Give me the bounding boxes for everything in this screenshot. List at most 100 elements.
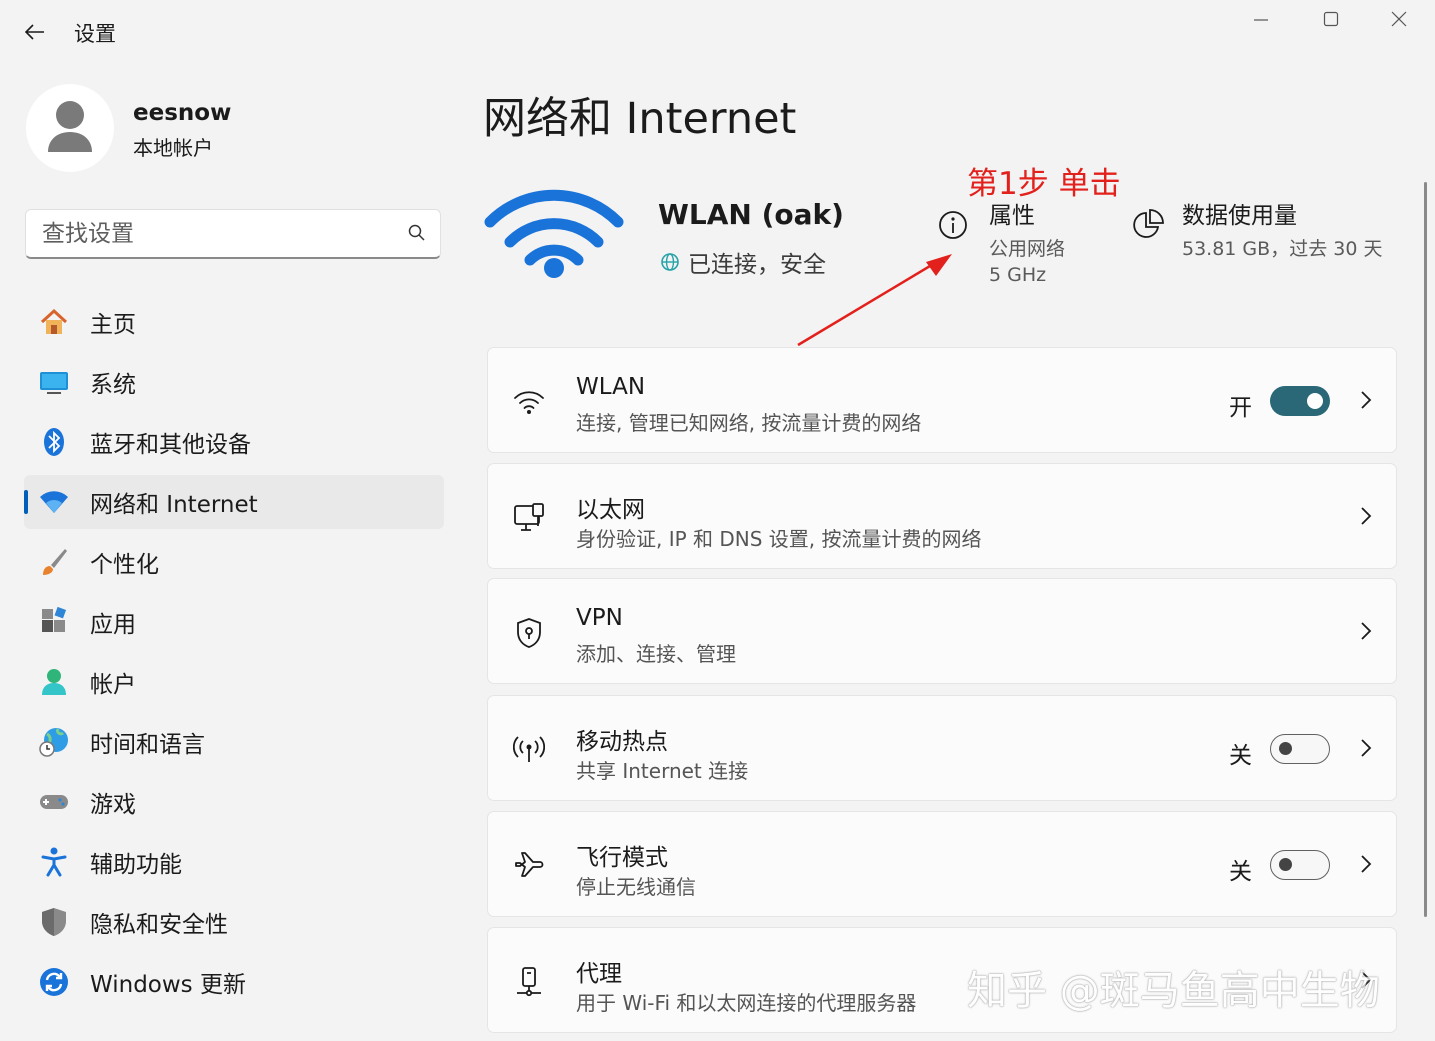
sidebar-item-privacy[interactable]: 隐私和安全性 — [24, 895, 444, 949]
card-subtitle: 停止无线通信 — [576, 875, 696, 899]
card-subtitle: 用于 Wi-Fi 和以太网连接的代理服务器 — [576, 991, 917, 1015]
globe-clock-icon — [39, 728, 68, 757]
search-icon[interactable] — [408, 224, 426, 242]
sidebar-item-label: 隐私和安全性 — [90, 912, 228, 938]
hotspot-toggle[interactable] — [1270, 734, 1330, 764]
network-name: WLAN (oak) — [658, 198, 844, 231]
card-subtitle: 添加、连接、管理 — [576, 642, 736, 666]
back-button[interactable] — [18, 16, 52, 48]
user-name: eesnow — [133, 100, 232, 126]
chevron-right-icon — [1361, 739, 1372, 757]
wifi-icon — [40, 491, 68, 513]
gamepad-icon — [40, 795, 68, 809]
sidebar-item-label: 应用 — [90, 612, 136, 638]
toggle-state-label: 开 — [1229, 395, 1252, 421]
maximize-button[interactable] — [1296, 2, 1366, 36]
chevron-right-icon — [1361, 391, 1372, 409]
sidebar-item-label: 蓝牙和其他设备 — [90, 432, 251, 458]
avatar[interactable] — [26, 84, 114, 172]
sidebar-item-accessibility[interactable]: 辅助功能 — [24, 835, 444, 889]
accessibility-icon — [41, 847, 67, 877]
account-type: 本地帐户 — [133, 136, 213, 160]
sidebar-item-network[interactable]: 网络和 Internet — [24, 475, 444, 529]
wifi-large-icon — [484, 189, 624, 278]
proxy-icon — [517, 967, 541, 997]
sidebar-item-label: 网络和 Internet — [90, 492, 258, 518]
back-arrow-icon — [25, 24, 44, 40]
chevron-right-icon — [1361, 622, 1372, 640]
data-usage-title: 数据使用量 — [1182, 203, 1297, 229]
card-title: 移动热点 — [576, 729, 668, 755]
sidebar-item-gaming[interactable]: 游戏 — [24, 775, 444, 829]
card-title: VPN — [576, 605, 623, 631]
apps-icon — [42, 606, 67, 632]
minimize-button[interactable] — [1226, 2, 1296, 36]
page-title: 网络和 Internet — [483, 94, 797, 144]
shield-icon — [42, 908, 66, 936]
search-input[interactable] — [40, 218, 394, 250]
info-icon — [939, 211, 967, 239]
sidebar-item-windows-update[interactable]: Windows 更新 — [24, 955, 444, 1009]
search-box[interactable] — [25, 209, 441, 259]
card-title: 飞行模式 — [576, 845, 668, 871]
close-button[interactable] — [1364, 2, 1434, 36]
hotspot-icon — [513, 736, 545, 762]
wlan-toggle[interactable] — [1270, 386, 1330, 416]
annotation-arrow — [797, 254, 952, 347]
card-mobile-hotspot[interactable]: 移动热点 共享 Internet 连接 关 — [487, 695, 1397, 801]
pie-chart-icon — [1133, 209, 1164, 238]
ethernet-icon — [514, 503, 544, 531]
chevron-right-icon — [1361, 855, 1372, 873]
vpn-shield-icon — [517, 618, 541, 648]
sidebar-item-bluetooth[interactable]: 蓝牙和其他设备 — [24, 415, 444, 469]
minimize-icon — [1254, 19, 1268, 21]
airplane-icon — [515, 852, 544, 877]
card-title: 以太网 — [576, 497, 645, 523]
sidebar-item-label: 个性化 — [90, 552, 159, 578]
watermark-text: 知乎 @斑马鱼高中生物 — [967, 968, 1380, 1014]
properties-title: 属性 — [989, 203, 1035, 229]
card-ethernet[interactable]: 以太网 身份验证, IP 和 DNS 设置, 按流量计费的网络 — [487, 463, 1397, 569]
card-wlan[interactable]: WLAN 连接, 管理已知网络, 按流量计费的网络 开 — [487, 347, 1397, 453]
airplane-mode-toggle[interactable] — [1270, 850, 1330, 880]
sidebar-nav: 主页 系统 蓝牙和其他设备 网络和 Internet 个性化 应用 帐户 时间和… — [24, 295, 444, 1015]
person-avatar-icon — [48, 101, 92, 152]
sidebar-item-home[interactable]: 主页 — [24, 295, 444, 349]
update-icon — [40, 968, 68, 996]
card-title: 代理 — [576, 961, 622, 987]
sidebar-item-label: 帐户 — [90, 672, 136, 698]
sidebar-item-label: 主页 — [90, 312, 136, 338]
network-profile-type: 公用网络 — [989, 238, 1066, 260]
card-subtitle: 连接, 管理已知网络, 按流量计费的网络 — [576, 411, 922, 435]
sidebar-item-apps[interactable]: 应用 — [24, 595, 444, 649]
card-subtitle: 共享 Internet 连接 — [576, 759, 749, 783]
card-subtitle: 身份验证, IP 和 DNS 设置, 按流量计费的网络 — [576, 527, 982, 551]
monitor-icon — [40, 372, 68, 394]
sidebar-item-label: 辅助功能 — [90, 852, 182, 878]
home-icon — [40, 308, 68, 334]
wifi-icon — [514, 391, 544, 414]
sidebar-item-personalization[interactable]: 个性化 — [24, 535, 444, 589]
sidebar-item-label: 游戏 — [90, 792, 136, 818]
globe-icon — [661, 253, 679, 271]
sidebar-item-time-language[interactable]: 时间和语言 — [24, 715, 444, 769]
scrollbar[interactable] — [1424, 182, 1427, 917]
toggle-state-label: 关 — [1229, 743, 1252, 769]
maximize-icon — [1323, 11, 1339, 27]
person-icon — [42, 669, 66, 695]
app-title: 设置 — [74, 22, 116, 46]
sidebar-item-accounts[interactable]: 帐户 — [24, 655, 444, 709]
toggle-state-label: 关 — [1229, 859, 1252, 885]
network-band: 5 GHz — [989, 264, 1047, 286]
card-airplane-mode[interactable]: 飞行模式 停止无线通信 关 — [487, 811, 1397, 917]
sidebar-item-label: Windows 更新 — [90, 972, 246, 998]
card-vpn[interactable]: VPN 添加、连接、管理 — [487, 578, 1397, 684]
sidebar-item-system[interactable]: 系统 — [24, 355, 444, 409]
sidebar-item-label: 系统 — [90, 372, 136, 398]
close-icon — [1391, 11, 1407, 27]
bluetooth-icon — [44, 428, 64, 456]
data-usage-value: 53.81 GB，过去 30 天 — [1182, 238, 1383, 260]
sidebar-item-label: 时间和语言 — [90, 732, 205, 758]
brush-icon — [43, 549, 67, 575]
chevron-right-icon — [1361, 507, 1372, 525]
